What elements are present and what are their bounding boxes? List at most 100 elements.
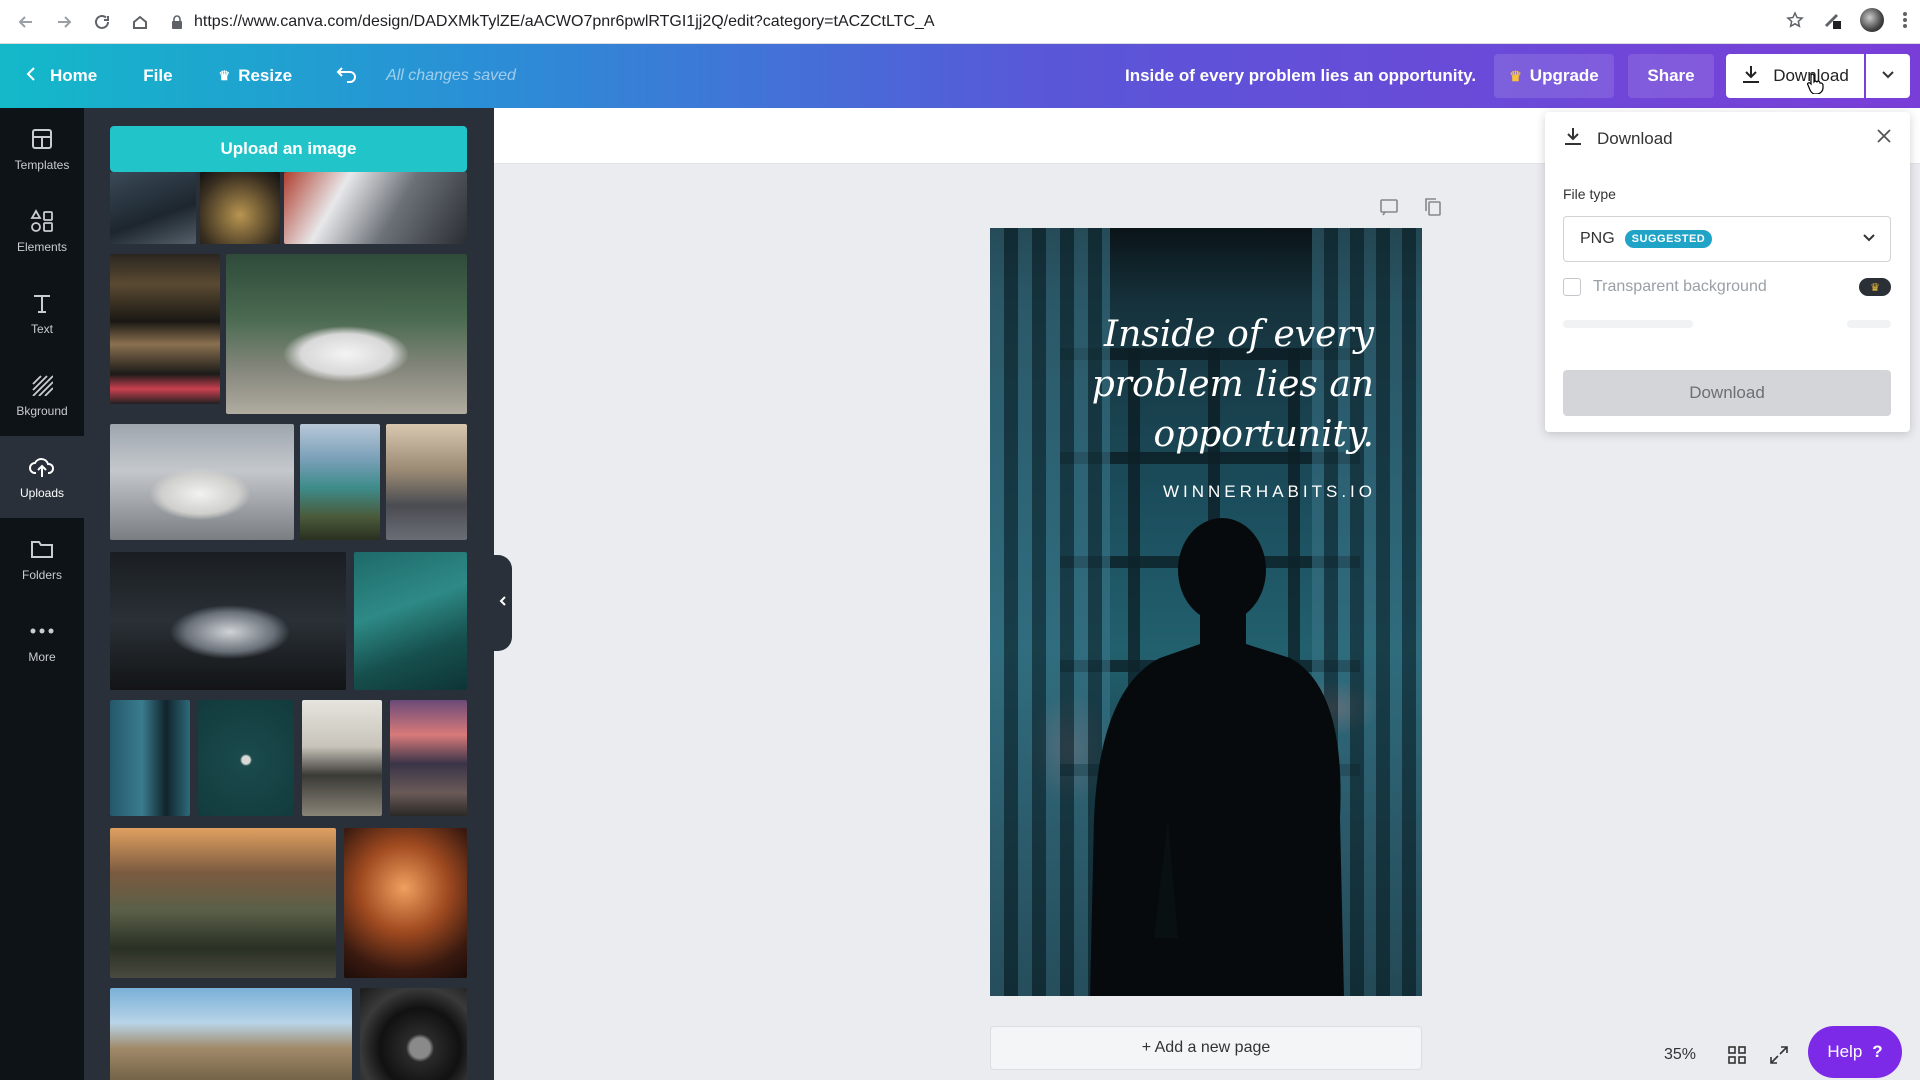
upgrade-button[interactable]: ♛ Upgrade: [1494, 54, 1614, 98]
uploaded-image-thumbnail[interactable]: [110, 254, 220, 404]
sidebar-item-label: Uploads: [19, 486, 65, 500]
download-icon: [1741, 64, 1761, 89]
file-label: File: [143, 66, 173, 85]
file-type-select[interactable]: PNG SUGGESTED: [1563, 216, 1891, 262]
uploaded-image-thumbnail[interactable]: [110, 552, 346, 690]
crown-icon: ♛: [218, 68, 231, 83]
bookmark-star-icon[interactable]: [1786, 11, 1804, 29]
back-icon[interactable]: [14, 10, 38, 34]
sidebar-item-folders[interactable]: Folders: [0, 518, 84, 600]
add-page-button[interactable]: + Add a new page: [990, 1026, 1422, 1070]
lock-icon: [170, 14, 184, 30]
editor-top-bar: Home File ♛ Resize All changes saved Ins…: [0, 44, 1920, 108]
loading-placeholder: [1847, 320, 1891, 328]
sidebar-item-text[interactable]: Text: [0, 272, 84, 354]
uploaded-image-thumbnail[interactable]: [360, 988, 467, 1080]
uploaded-image-thumbnail[interactable]: [284, 172, 467, 244]
uploaded-image-thumbnail[interactable]: [110, 700, 190, 816]
home-icon[interactable]: [128, 10, 152, 34]
sidebar-item-templates[interactable]: Templates: [0, 108, 84, 190]
extension-icon[interactable]: [1822, 10, 1842, 30]
collapse-panel-button[interactable]: [494, 555, 512, 651]
file-menu-button[interactable]: File: [143, 44, 172, 108]
uploaded-image-thumbnail[interactable]: [110, 988, 352, 1080]
man-silhouette: [1090, 518, 1344, 996]
download-button[interactable]: Download: [1726, 54, 1864, 98]
upload-cloud-icon: [29, 454, 55, 480]
text-icon: [31, 290, 53, 316]
fullscreen-icon[interactable]: [1764, 1040, 1794, 1070]
download-icon: [1563, 126, 1583, 151]
folder-icon: [30, 536, 54, 562]
address-bar[interactable]: https://www.canva.com/design/DADXMkTylZE…: [170, 13, 935, 31]
download-panel-header: Download: [1563, 126, 1673, 151]
uploaded-image-thumbnail[interactable]: [300, 424, 380, 540]
transparent-background-checkbox[interactable]: [1563, 278, 1581, 296]
add-note-icon[interactable]: [1378, 196, 1400, 218]
file-type-value: PNG: [1580, 230, 1615, 247]
uploaded-image-thumbnail[interactable]: [344, 828, 467, 978]
grid-view-icon[interactable]: [1722, 1040, 1752, 1070]
sidebar-item-background[interactable]: Bkground: [0, 354, 84, 436]
browser-menu-icon[interactable]: [1902, 11, 1908, 29]
chevron-left-icon: [26, 66, 36, 87]
sidebar-item-label: Folders: [21, 568, 62, 582]
quote-line: problem lies an: [1091, 364, 1374, 405]
hand-cursor-icon: [1807, 73, 1824, 94]
duplicate-page-icon[interactable]: [1422, 196, 1444, 218]
sidebar-rail: Templates Elements Text Bkground Uploads…: [0, 108, 84, 1080]
resize-button[interactable]: ♛ Resize: [219, 44, 293, 108]
sidebar-item-more[interactable]: More: [0, 600, 84, 682]
crown-icon: ♛: [1859, 278, 1891, 296]
uploaded-image-thumbnail[interactable]: [198, 700, 294, 816]
close-icon[interactable]: [1876, 128, 1892, 149]
crown-icon: ♛: [1509, 67, 1522, 84]
reload-icon[interactable]: [90, 10, 114, 34]
zoom-level[interactable]: 35%: [1650, 1046, 1710, 1064]
save-status: All changes saved: [386, 67, 516, 84]
undo-icon: [336, 65, 358, 88]
uploaded-image-thumbnail[interactable]: [390, 700, 467, 816]
forward-icon[interactable]: [52, 10, 76, 34]
share-label: Share: [1647, 66, 1695, 85]
sidebar-item-elements[interactable]: Elements: [0, 190, 84, 272]
quote-line: opportunity.: [1153, 414, 1374, 455]
uploaded-image-thumbnail[interactable]: [110, 828, 336, 978]
chevron-left-icon: [499, 594, 507, 612]
chevron-down-icon: [1862, 231, 1876, 250]
download-options-button[interactable]: [1866, 54, 1910, 98]
uploaded-image-thumbnail[interactable]: [226, 254, 467, 414]
help-label: Help: [1827, 1042, 1863, 1061]
upgrade-label: Upgrade: [1529, 66, 1599, 85]
download-panel: Download File type PNG SUGGESTED Transpa…: [1545, 112, 1910, 432]
uploaded-image-thumbnail[interactable]: [110, 172, 196, 244]
help-button[interactable]: Help ?: [1808, 1026, 1902, 1078]
view-controls: 35%: [1650, 1030, 1794, 1080]
uploads-panel: Upload an image: [84, 108, 494, 1080]
design-brand[interactable]: WINNERHABITS.IO: [1163, 482, 1376, 502]
uploaded-image-thumbnail[interactable]: [386, 424, 467, 540]
share-button[interactable]: Share: [1628, 54, 1714, 98]
file-type-label: File type: [1563, 186, 1616, 202]
sidebar-item-label: Bkground: [16, 404, 68, 418]
uploaded-image-thumbnail[interactable]: [354, 552, 467, 690]
design-title[interactable]: Inside of every problem lies an opportun…: [1125, 44, 1476, 108]
design-quote[interactable]: Inside of every problem lies an opportun…: [1044, 310, 1374, 460]
uploaded-image-thumbnail[interactable]: [200, 172, 280, 244]
home-label: Home: [50, 66, 98, 85]
download-submit-button[interactable]: Download: [1563, 370, 1891, 416]
sidebar-item-label: Templates: [14, 158, 70, 172]
url-text: https://www.canva.com/design/DADXMkTylZE…: [194, 12, 935, 30]
home-button[interactable]: Home: [26, 44, 97, 108]
undo-button[interactable]: [336, 44, 358, 108]
uploaded-image-thumbnail[interactable]: [110, 424, 294, 540]
profile-avatar[interactable]: [1860, 8, 1884, 32]
uploaded-image-thumbnail[interactable]: [302, 700, 382, 816]
loading-placeholder: [1563, 320, 1693, 328]
sidebar-item-label: Elements: [16, 240, 68, 254]
upload-image-button[interactable]: Upload an image: [110, 126, 467, 172]
sidebar-item-uploads[interactable]: Uploads: [0, 436, 84, 518]
resize-label: Resize: [238, 66, 293, 85]
design-page[interactable]: Inside of every problem lies an opportun…: [990, 228, 1422, 996]
download-panel-title: Download: [1597, 128, 1673, 148]
